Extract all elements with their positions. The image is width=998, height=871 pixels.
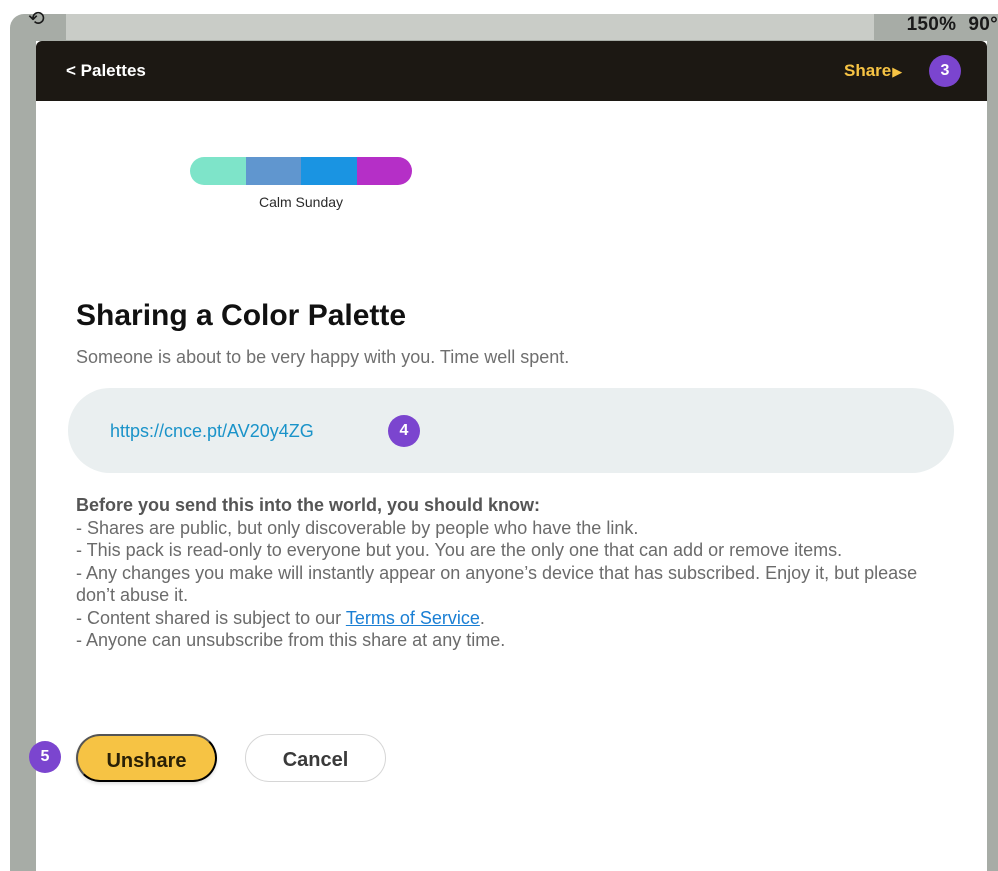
rotation-lock-icon: ⟲ bbox=[28, 6, 45, 30]
palette-name: Calm Sunday bbox=[258, 194, 344, 210]
notice-text: - Content shared is subject to our bbox=[76, 607, 346, 628]
share-button[interactable]: Share▶ bbox=[844, 61, 902, 81]
notice-heading: Before you send this into the world, you… bbox=[76, 495, 541, 515]
notice-item: - This pack is read-only to everyone but… bbox=[76, 540, 843, 560]
palette-swatch bbox=[245, 157, 301, 185]
page-title: Sharing a Color Palette bbox=[76, 299, 407, 332]
notice-item: - Content shared is subject to our Terms… bbox=[76, 607, 936, 630]
step-badge: 5 bbox=[29, 741, 61, 773]
zoom-level: 150% bbox=[906, 14, 957, 35]
step-badge: 4 bbox=[388, 415, 420, 447]
page-subtitle: Someone is about to be very happy with y… bbox=[76, 347, 570, 367]
nav-bar: < Palettes Share▶ 3 bbox=[36, 41, 987, 101]
status-bar-background bbox=[66, 14, 874, 40]
palette-swatch bbox=[356, 157, 412, 185]
share-notice: Before you send this into the world, you… bbox=[76, 494, 936, 652]
notice-text: . bbox=[479, 607, 485, 628]
notice-item: - Shares are public, but only discoverab… bbox=[76, 517, 639, 538]
share-modal: < Palettes Share▶ 3 Calm Sunday Sharing … bbox=[29, 41, 987, 871]
share-label: Share bbox=[844, 61, 892, 80]
back-to-palettes-link[interactable]: < Palettes bbox=[66, 61, 146, 81]
step-badge: 3 bbox=[929, 55, 961, 87]
notice-item: - Any changes you make will instantly ap… bbox=[76, 562, 918, 606]
share-link-field[interactable]: https://cnce.pt/AV20y4ZG 4 bbox=[68, 388, 954, 473]
status-indicators: 150% 90° bbox=[895, 14, 998, 35]
rotation-angle: 90° bbox=[968, 14, 998, 35]
palette-preview bbox=[190, 157, 412, 185]
play-arrow-icon: ▶ bbox=[892, 64, 903, 79]
palette-swatch bbox=[190, 157, 246, 185]
share-url-link[interactable]: https://cnce.pt/AV20y4ZG bbox=[110, 421, 314, 442]
palette-swatch bbox=[301, 157, 357, 185]
cancel-button[interactable]: Cancel bbox=[245, 734, 386, 782]
terms-of-service-link[interactable]: Terms of Service bbox=[346, 608, 480, 628]
unshare-button[interactable]: Unshare bbox=[76, 734, 217, 782]
status-bar: ⟲ 150% 90° bbox=[0, 0, 998, 40]
notice-item: - Anyone can unsubscribe from this share… bbox=[76, 630, 506, 650]
